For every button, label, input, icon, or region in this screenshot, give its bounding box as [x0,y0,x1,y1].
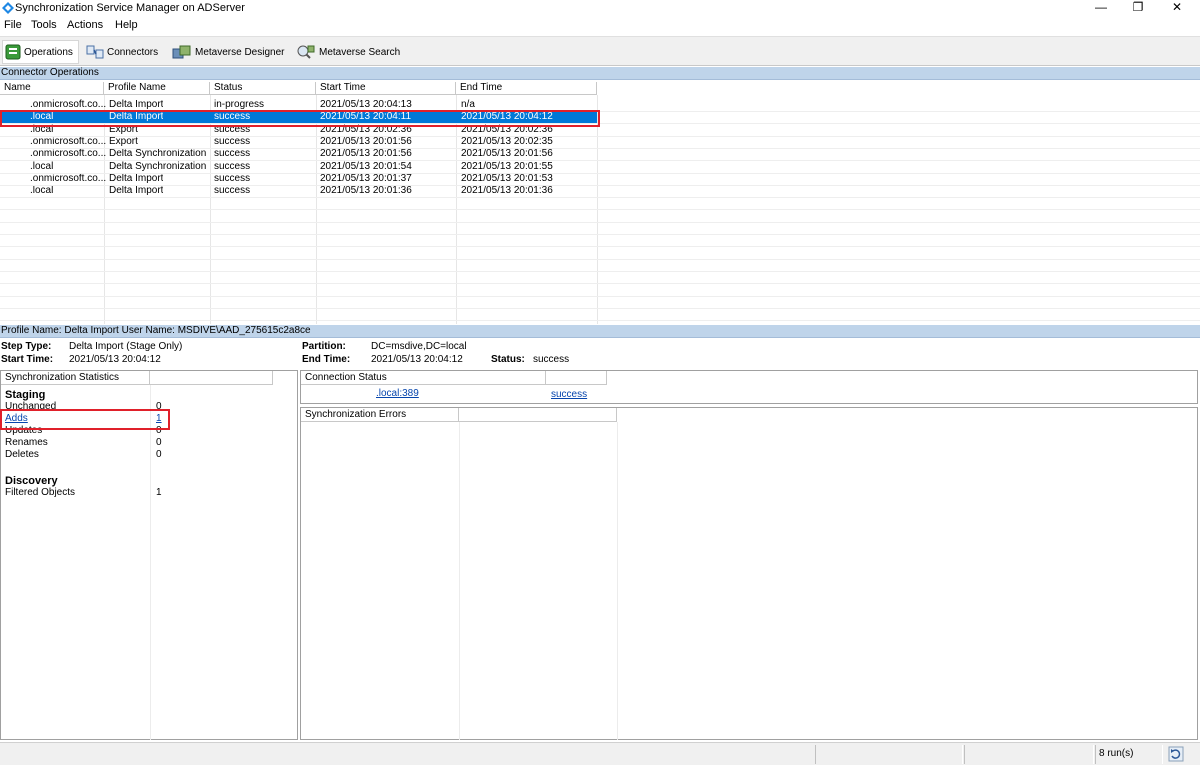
connection-status-col2-header[interactable] [546,371,607,385]
operations-icon [5,44,21,60]
cell-status: success [214,135,251,147]
metaverse-search-icon [297,45,315,59]
cell-profile: Delta Import [109,172,164,184]
cell-start: 2021/05/13 20:01:36 [320,185,412,197]
restore-button[interactable]: ❐ [1125,0,1151,16]
menu-tools[interactable]: Tools [31,19,57,31]
table-row[interactable]: .local Delta Import success 2021/05/13 20:0… [0,185,597,197]
cell-end: 2021/05/13 20:01:55 [461,160,553,172]
table-row[interactable]: .onmicrosoft.co... Delta Synchronization s… [0,148,597,160]
cell-start: 2021/05/13 20:01:37 [320,172,412,184]
menu-file[interactable]: File [4,19,22,31]
metaverse-designer-label: Metaverse Designer [195,46,285,58]
operations-label: Operations [24,46,73,58]
metaverse-search-button[interactable]: Metaverse Search [296,40,400,64]
refresh-icon[interactable] [1168,746,1184,762]
cell-name: .onmicrosoft.co... [30,148,107,160]
cell-start: 2021/05/13 20:01:56 [320,148,412,160]
step-type-label: Step Type: [1,341,52,352]
status-segment-2 [964,745,1094,764]
connector-operations-header: Connector Operations [0,67,1200,80]
menu-bar: File Tools Actions Help [0,18,1200,34]
cell-end: 2021/05/13 20:02:35 [461,135,553,147]
stat-deletes-value: 0 [156,449,162,460]
connectors-icon [86,45,104,59]
discovery-title: Discovery [5,475,58,487]
metaverse-designer-icon [172,45,191,59]
connection-status-header[interactable]: Connection Status [301,371,546,385]
column-header-end-time[interactable]: End Time [456,82,597,95]
metaverse-search-label: Metaverse Search [319,46,401,58]
column-header-name[interactable]: Name [0,82,104,95]
connection-server-link[interactable]: ​.local:389 [304,388,419,399]
cell-end: 2021/05/13 20:01:36 [461,185,553,197]
cell-status: success [214,172,251,184]
cell-profile: Delta Synchronization [109,160,207,172]
staging-title: Staging [5,389,46,401]
minimize-button[interactable]: — [1088,0,1114,16]
cell-name: .local [30,160,54,172]
sync-statistics-value-header[interactable] [150,371,273,385]
run-count: 8 run(s) [1095,745,1163,764]
stat-renames-value: 0 [156,437,162,448]
cell-profile: Delta Synchronization [109,148,207,160]
cell-profile: Delta Import [109,185,164,197]
stat-renames-label: Renames [5,437,48,448]
table-row[interactable]: .local Delta Synchronization success 2021/0… [0,161,597,173]
title-bar: Synchronization Service Manager on ADSer… [0,0,1200,17]
cell-name: .local [30,185,54,197]
table-row[interactable]: .onmicrosoft.co... Delta Import success 202… [0,173,597,185]
profile-info-header: Profile Name: Delta Import User Name: MS… [0,325,1200,338]
toolbar: Operations Connectors Metaverse Designer… [0,36,1200,66]
cell-status: success [214,185,251,197]
sync-errors-panel[interactable]: Synchronization Errors [300,407,1198,740]
partition-value: DC=msdive,DC=local [371,341,467,352]
cell-profile: Export [109,135,138,147]
column-header-profile[interactable]: Profile Name [104,82,210,95]
connection-result-link[interactable]: success [551,389,587,400]
sync-errors-col2-header[interactable] [459,408,617,422]
column-header-status[interactable]: Status [210,82,316,95]
status-bar: 8 run(s) [0,742,1200,765]
stat-filtered-objects-label: Filtered Objects [5,487,76,498]
cell-end: 2021/05/13 20:01:53 [461,172,553,184]
connection-server-text: .local:389 [376,388,419,399]
connectors-button[interactable]: Connectors [86,40,158,64]
cell-start: 2021/05/13 20:01:54 [320,160,412,172]
sync-app-icon [2,2,14,14]
metaverse-designer-button[interactable]: Metaverse Designer [172,40,284,64]
operations-button[interactable]: Operations [2,40,79,64]
status-label: Status: [491,354,525,365]
start-time-label: Start Time: [1,354,54,365]
annotation-box-selected-row [0,110,600,127]
end-time-label: End Time: [302,354,351,365]
sync-statistics-header[interactable]: Synchronization Statistics [1,371,150,385]
partition-label: Partition: [302,341,346,352]
annotation-box-adds [0,409,170,430]
sync-errors-header[interactable]: Synchronization Errors [301,408,459,422]
connection-status-panel[interactable]: Connection Status ​.local:389 success [300,370,1198,404]
cell-status: success [214,160,251,172]
cell-start: 2021/05/13 20:01:56 [320,135,412,147]
cell-status: success [214,148,251,160]
menu-help[interactable]: Help [115,19,138,31]
cell-end: 2021/05/13 20:01:56 [461,148,553,160]
close-button[interactable]: ✕ [1164,0,1190,16]
start-time-value: 2021/05/13 20:04:12 [69,354,161,365]
end-time-value: 2021/05/13 20:04:12 [371,354,463,365]
stat-deletes-label: Deletes [5,449,39,460]
window-title: Synchronization Service Manager on ADSer… [15,2,245,14]
table-row[interactable]: .onmicrosoft.co... Export success 2021/05/1… [0,136,597,148]
status-value: success [533,354,570,365]
step-type-value: Delta Import (Stage Only) [69,341,183,352]
connectors-label: Connectors [107,46,159,58]
stat-filtered-objects-value: 1 [156,487,162,498]
status-segment-1 [815,745,963,764]
column-header-start-time[interactable]: Start Time [316,82,456,95]
cell-name: .onmicrosoft.co... [30,172,107,184]
menu-actions[interactable]: Actions [67,19,103,31]
cell-name: .onmicrosoft.co... [30,135,107,147]
